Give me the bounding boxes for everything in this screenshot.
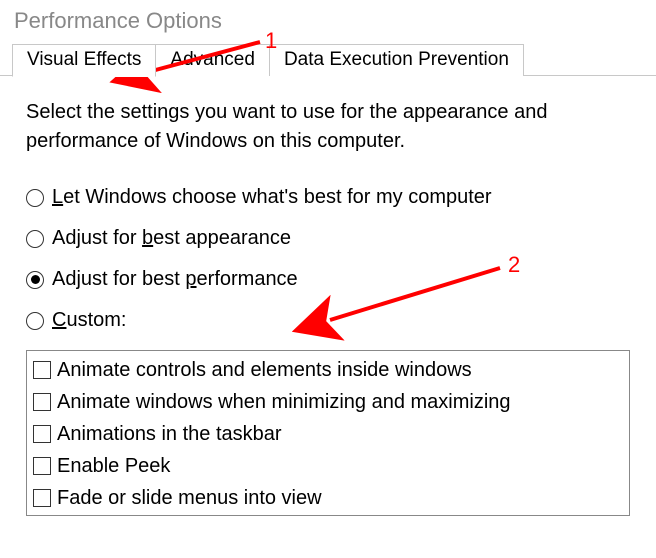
tab-content: Select the settings you want to use for … <box>0 76 656 516</box>
radio-label: Let Windows choose what's best for my co… <box>52 186 492 209</box>
radio-icon <box>26 312 44 330</box>
checkbox-icon <box>33 457 51 475</box>
checkbox-enable-peek[interactable]: Enable Peek <box>33 451 623 481</box>
radio-custom[interactable]: Custom: <box>26 309 630 332</box>
radio-label: Custom: <box>52 309 126 332</box>
checkbox-icon <box>33 489 51 507</box>
radio-label: Adjust for best performance <box>52 268 298 291</box>
radio-best-appearance[interactable]: Adjust for best appearance <box>26 227 630 250</box>
window-title: Performance Options <box>0 0 656 44</box>
radio-let-windows-choose[interactable]: Let Windows choose what's best for my co… <box>26 186 630 209</box>
checkbox-icon <box>33 393 51 411</box>
tab-strip: Visual Effects Advanced Data Execution P… <box>0 44 656 76</box>
tab-visual-effects[interactable]: Visual Effects <box>12 44 156 77</box>
checkbox-icon <box>33 425 51 443</box>
checkbox-label: Animate windows when minimizing and maxi… <box>57 387 511 417</box>
effects-listbox[interactable]: Animate controls and elements inside win… <box>26 350 630 516</box>
tab-data-execution-prevention[interactable]: Data Execution Prevention <box>269 44 524 76</box>
checkbox-label: Animations in the taskbar <box>57 419 282 449</box>
checkbox-label: Fade or slide menus into view <box>57 483 322 513</box>
checkbox-fade-slide-menus[interactable]: Fade or slide menus into view <box>33 483 623 513</box>
checkbox-animations-taskbar[interactable]: Animations in the taskbar <box>33 419 623 449</box>
radio-icon <box>26 189 44 207</box>
radio-group: Let Windows choose what's best for my co… <box>26 186 630 332</box>
radio-label: Adjust for best appearance <box>52 227 291 250</box>
checkbox-label: Enable Peek <box>57 451 170 481</box>
radio-icon <box>26 230 44 248</box>
checkbox-animate-controls[interactable]: Animate controls and elements inside win… <box>33 355 623 385</box>
checkbox-animate-windows[interactable]: Animate windows when minimizing and maxi… <box>33 387 623 417</box>
radio-best-performance[interactable]: Adjust for best performance <box>26 268 630 291</box>
intro-text: Select the settings you want to use for … <box>26 98 630 156</box>
checkbox-label: Animate controls and elements inside win… <box>57 355 472 385</box>
radio-icon <box>26 271 44 289</box>
checkbox-icon <box>33 361 51 379</box>
tab-advanced[interactable]: Advanced <box>155 44 270 76</box>
